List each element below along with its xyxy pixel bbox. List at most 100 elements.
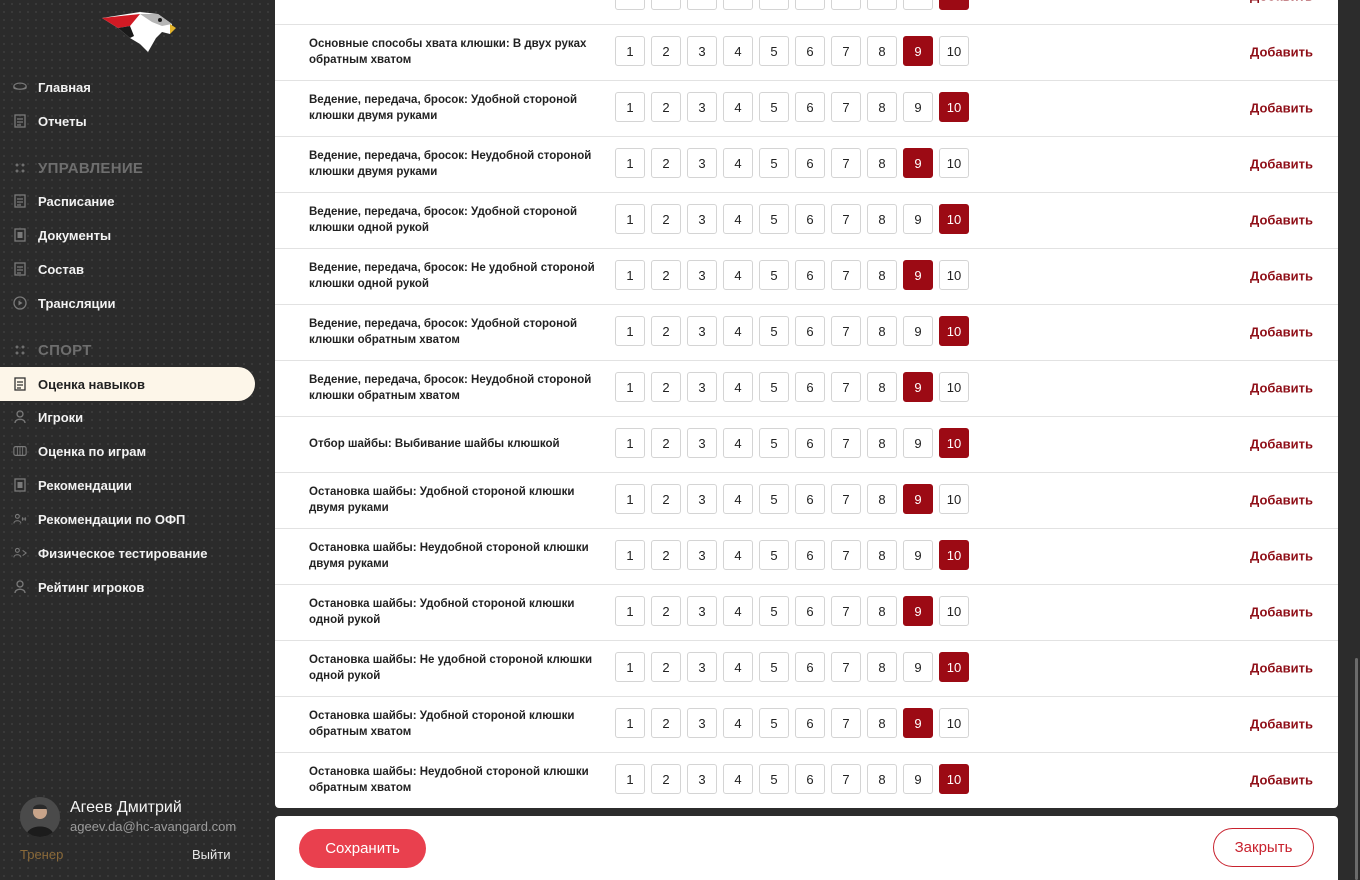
score-button[interactable]: 3: [687, 652, 717, 682]
score-button[interactable]: 5: [759, 428, 789, 458]
score-button[interactable]: 5: [759, 652, 789, 682]
score-button[interactable]: 10: [939, 260, 969, 290]
scrollbar[interactable]: [1355, 658, 1358, 880]
score-button[interactable]: 2: [651, 596, 681, 626]
score-button[interactable]: 3: [687, 596, 717, 626]
score-button[interactable]: 5: [759, 484, 789, 514]
sidebar-item-home[interactable]: Главная: [0, 70, 255, 104]
score-button[interactable]: 3: [687, 148, 717, 178]
score-button[interactable]: 7: [831, 428, 861, 458]
score-button[interactable]: 3: [687, 484, 717, 514]
add-button[interactable]: Добавить: [1250, 213, 1313, 228]
score-button[interactable]: 2: [651, 372, 681, 402]
add-button[interactable]: Добавить: [1250, 661, 1313, 676]
score-button[interactable]: 6: [795, 372, 825, 402]
score-button[interactable]: 7: [831, 652, 861, 682]
score-button[interactable]: 7: [831, 484, 861, 514]
sidebar-item-broadcasts[interactable]: Трансляции: [0, 286, 255, 320]
score-button[interactable]: 9: [903, 540, 933, 570]
score-button[interactable]: 10: [939, 428, 969, 458]
add-button[interactable]: Добавить: [1250, 325, 1313, 340]
score-button[interactable]: 8: [867, 148, 897, 178]
score-button[interactable]: 1: [615, 428, 645, 458]
score-button[interactable]: 2: [651, 36, 681, 66]
score-button[interactable]: 5: [759, 148, 789, 178]
sidebar-item-ofp-recommendations[interactable]: Рекомендации по ОФП: [0, 502, 255, 536]
score-button[interactable]: 2: [651, 764, 681, 794]
sidebar-item-documents[interactable]: Документы: [0, 218, 255, 252]
score-button[interactable]: 10: [939, 764, 969, 794]
add-button[interactable]: Добавить: [1250, 493, 1313, 508]
score-button[interactable]: 8: [867, 484, 897, 514]
score-button[interactable]: 6: [795, 708, 825, 738]
score-button[interactable]: 4: [723, 708, 753, 738]
score-button[interactable]: 4: [723, 764, 753, 794]
score-button[interactable]: 5: [759, 708, 789, 738]
add-button[interactable]: Добавить: [1250, 549, 1313, 564]
score-button[interactable]: 5: [759, 596, 789, 626]
score-button[interactable]: 9: [903, 484, 933, 514]
score-button[interactable]: 5: [759, 204, 789, 234]
score-button[interactable]: 7: [831, 204, 861, 234]
score-button[interactable]: 5: [759, 260, 789, 290]
score-button[interactable]: 8: [867, 764, 897, 794]
score-button[interactable]: 6: [795, 0, 825, 10]
score-button[interactable]: 6: [795, 652, 825, 682]
score-button[interactable]: 6: [795, 540, 825, 570]
score-button[interactable]: 10: [939, 0, 969, 10]
score-button[interactable]: 6: [795, 92, 825, 122]
score-button[interactable]: 7: [831, 260, 861, 290]
score-button[interactable]: 4: [723, 204, 753, 234]
score-button[interactable]: 10: [939, 316, 969, 346]
score-button[interactable]: 3: [687, 428, 717, 458]
score-button[interactable]: 1: [615, 596, 645, 626]
score-button[interactable]: 4: [723, 428, 753, 458]
score-button[interactable]: 2: [651, 92, 681, 122]
score-button[interactable]: 9: [903, 652, 933, 682]
score-button[interactable]: 2: [651, 260, 681, 290]
add-button[interactable]: Добавить: [1250, 437, 1313, 452]
score-button[interactable]: 1: [615, 764, 645, 794]
score-button[interactable]: 2: [651, 484, 681, 514]
score-button[interactable]: 8: [867, 540, 897, 570]
score-button[interactable]: 8: [867, 596, 897, 626]
save-button[interactable]: Сохранить: [299, 829, 426, 868]
score-button[interactable]: 4: [723, 540, 753, 570]
score-button[interactable]: 2: [651, 0, 681, 10]
score-button[interactable]: 9: [903, 708, 933, 738]
score-button[interactable]: 4: [723, 484, 753, 514]
add-button[interactable]: Добавить: [1250, 0, 1313, 4]
add-button[interactable]: Добавить: [1250, 45, 1313, 60]
score-button[interactable]: 7: [831, 316, 861, 346]
score-button[interactable]: 6: [795, 260, 825, 290]
score-button[interactable]: 1: [615, 484, 645, 514]
score-button[interactable]: 10: [939, 36, 969, 66]
score-button[interactable]: 4: [723, 260, 753, 290]
score-button[interactable]: 5: [759, 36, 789, 66]
score-button[interactable]: 10: [939, 540, 969, 570]
score-button[interactable]: 9: [903, 764, 933, 794]
add-button[interactable]: Добавить: [1250, 717, 1313, 732]
score-button[interactable]: 6: [795, 316, 825, 346]
score-button[interactable]: 1: [615, 540, 645, 570]
score-button[interactable]: 7: [831, 596, 861, 626]
score-button[interactable]: 2: [651, 652, 681, 682]
score-button[interactable]: 1: [615, 652, 645, 682]
score-button[interactable]: 1: [615, 0, 645, 10]
logout-link[interactable]: Выйти: [192, 847, 231, 862]
score-button[interactable]: 1: [615, 148, 645, 178]
score-button[interactable]: 10: [939, 148, 969, 178]
add-button[interactable]: Добавить: [1250, 773, 1313, 788]
score-button[interactable]: 5: [759, 316, 789, 346]
close-button[interactable]: Закрыть: [1213, 828, 1314, 867]
sidebar-item-roster[interactable]: Состав: [0, 252, 255, 286]
score-button[interactable]: 3: [687, 92, 717, 122]
score-button[interactable]: 9: [903, 596, 933, 626]
score-button[interactable]: 9: [903, 428, 933, 458]
score-button[interactable]: 9: [903, 372, 933, 402]
score-button[interactable]: 5: [759, 0, 789, 10]
add-button[interactable]: Добавить: [1250, 101, 1313, 116]
score-button[interactable]: 7: [831, 148, 861, 178]
score-button[interactable]: 8: [867, 316, 897, 346]
score-button[interactable]: 8: [867, 0, 897, 10]
